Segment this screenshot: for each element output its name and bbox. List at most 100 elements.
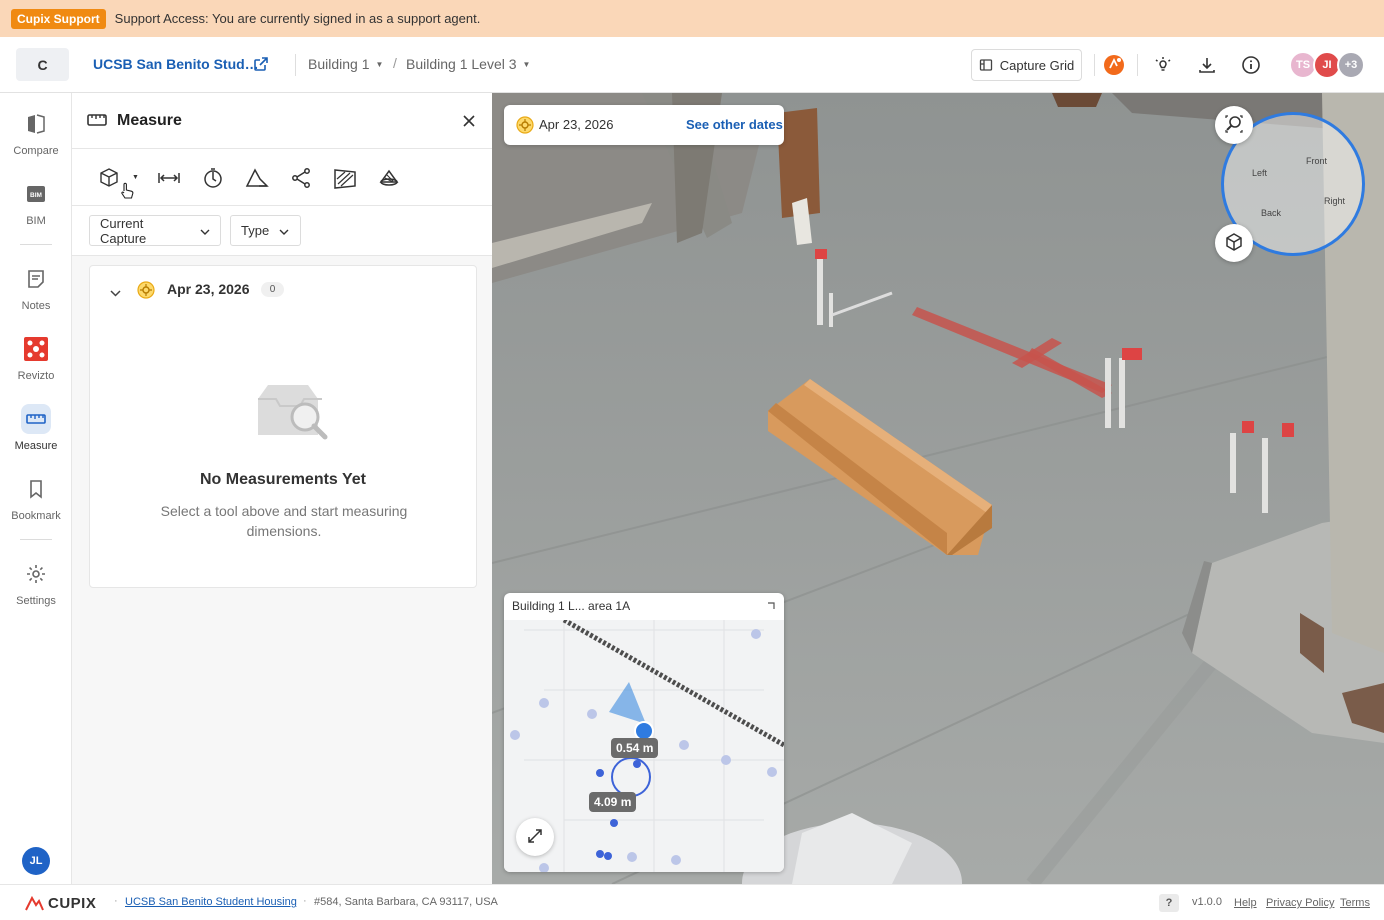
privacy-policy-link[interactable]: Privacy Policy xyxy=(1266,897,1334,909)
type-filter-dropdown[interactable]: Type xyxy=(230,215,301,246)
measure-panel: Measure ▼ Current Capture Type Apr 23, 2… xyxy=(72,93,492,884)
grid-map-icon xyxy=(979,59,992,71)
sidebar-item-notes[interactable]: Notes xyxy=(0,264,72,326)
type-filter-label: Type xyxy=(241,223,270,238)
sidebar-item-label: Measure xyxy=(14,440,58,452)
level-selector[interactable]: Building 1 Level 3 ▼ xyxy=(406,56,530,72)
compass-right-label: Right xyxy=(1324,196,1346,206)
panel-title: Measure xyxy=(117,112,182,129)
sidebar-item-label: Settings xyxy=(16,595,56,607)
minimap-expand-button[interactable] xyxy=(516,818,554,856)
download-icon[interactable] xyxy=(1196,54,1218,76)
revizto-icon xyxy=(21,334,51,364)
minimap-corner-icon[interactable] xyxy=(766,599,776,614)
height-tool-icon[interactable] xyxy=(201,166,225,190)
sidebar-item-label: BIM xyxy=(26,215,46,227)
filters-bar: Current Capture Type xyxy=(72,206,492,256)
capture-grid-label: Capture Grid xyxy=(999,57,1075,73)
footer-separator: · xyxy=(303,895,307,907)
project-name-link[interactable]: UCSB San Benito Stud… xyxy=(93,56,259,72)
chevron-down-icon xyxy=(200,223,210,238)
more-avatars-badge[interactable]: +3 xyxy=(1337,51,1365,79)
tool-dropdown-caret-icon[interactable]: ▼ xyxy=(132,174,139,181)
capture-date-label: Apr 23, 2026 xyxy=(539,117,614,132)
measure-icon xyxy=(21,404,51,434)
ai-assistant-icon[interactable] xyxy=(1103,54,1125,76)
info-icon[interactable] xyxy=(1240,54,1262,76)
compass-left-label: Left xyxy=(1252,168,1268,178)
capture-filter-label: Current Capture xyxy=(100,215,147,246)
sidebar-item-bim[interactable]: BIM BIM xyxy=(0,179,72,241)
lightbulb-icon[interactable] xyxy=(1152,54,1174,76)
version-label: v1.0.0 xyxy=(1192,896,1222,908)
3d-view-button[interactable] xyxy=(1215,224,1253,262)
cube-icon xyxy=(1224,232,1244,255)
measurement-count-badge: 0 xyxy=(261,282,284,297)
polyline-tool-icon[interactable] xyxy=(289,166,313,190)
sidebar-item-label: Notes xyxy=(21,300,51,312)
ruler-icon xyxy=(87,112,107,131)
3d-box-tool-icon[interactable] xyxy=(97,166,121,190)
bookmark-icon xyxy=(21,474,51,504)
level-label: Building 1 Level 3 xyxy=(406,56,517,72)
capture-date-card: Apr 23, 2026 See other dates xyxy=(504,105,784,145)
workspace-logo-button[interactable]: C xyxy=(16,48,69,81)
capture-date-icon xyxy=(137,281,155,302)
footer: CUPIX · UCSB San Benito Student Housing … xyxy=(0,884,1384,920)
gear-icon xyxy=(21,559,51,589)
minimap-title: Building 1 L... area 1A xyxy=(512,599,631,613)
breadcrumb-separator: / xyxy=(393,55,397,71)
capture-grid-button[interactable]: Capture Grid xyxy=(971,49,1082,81)
chevron-down-icon[interactable] xyxy=(110,285,121,300)
sidebar-item-label: Bookmark xyxy=(11,510,61,522)
capture-filter-dropdown[interactable]: Current Capture xyxy=(89,215,221,246)
external-link-icon[interactable] xyxy=(253,56,269,72)
distance-tool-icon[interactable] xyxy=(157,166,181,190)
brand-name: CUPIX xyxy=(48,895,97,912)
zoom-search-icon xyxy=(1224,114,1244,137)
close-icon[interactable] xyxy=(461,113,477,132)
hand-cursor-icon xyxy=(120,182,134,203)
top-header: C UCSB San Benito Stud… Building 1 ▼ / B… xyxy=(0,37,1384,93)
panorama-view[interactable]: Apr 23, 2026 See other dates Front Left … xyxy=(492,93,1384,884)
caret-down-icon: ▼ xyxy=(522,59,531,69)
plane-tool-icon[interactable] xyxy=(333,166,357,190)
chevron-down-icon xyxy=(279,223,289,238)
user-avatar[interactable]: JL xyxy=(22,847,50,875)
panel-header: Measure xyxy=(72,93,492,149)
terms-link[interactable]: Terms xyxy=(1340,897,1370,909)
bim-icon: BIM xyxy=(21,179,51,209)
footer-project-link[interactable]: UCSB San Benito Student Housing xyxy=(125,896,297,908)
sidebar-item-label: Compare xyxy=(13,145,59,157)
compare-icon xyxy=(21,109,51,139)
sidebar-item-measure[interactable]: Measure xyxy=(0,404,72,466)
see-other-dates-link[interactable]: See other dates xyxy=(686,117,783,132)
expand-icon xyxy=(527,828,543,847)
area-tool-icon[interactable] xyxy=(245,166,269,190)
cupix-logo-icon xyxy=(25,895,44,910)
minimap[interactable]: Building 1 L... area 1A 0.54 m 4.09 m xyxy=(504,593,784,872)
svg-text:BIM: BIM xyxy=(30,192,42,199)
support-badge: Cupix Support xyxy=(11,8,106,29)
caret-down-icon: ▼ xyxy=(375,59,384,69)
distance-tag: 4.09 m xyxy=(589,792,637,812)
footer-address: #584, Santa Barbara, CA 93117, USA xyxy=(314,896,498,908)
sidebar-item-settings[interactable]: Settings xyxy=(0,559,72,621)
distance-tag: 0.54 m xyxy=(611,738,659,758)
empty-state-icon xyxy=(255,379,333,446)
sidebar-divider xyxy=(20,244,52,245)
footer-separator: · xyxy=(114,895,118,907)
zoom-search-button[interactable] xyxy=(1215,106,1253,144)
sidebar-item-bookmark[interactable]: Bookmark xyxy=(0,474,72,536)
volume-tool-icon[interactable] xyxy=(377,166,401,190)
empty-state-title: No Measurements Yet xyxy=(200,471,366,488)
sidebar-item-revizto[interactable]: Revizto xyxy=(0,334,72,396)
sidebar-divider xyxy=(20,539,52,540)
support-banner: Cupix Support Support Access: You are cu… xyxy=(0,0,1384,37)
header-divider xyxy=(1137,54,1138,76)
sidebar-item-compare[interactable]: Compare xyxy=(0,109,72,171)
help-link[interactable]: Help xyxy=(1234,897,1257,909)
building-selector[interactable]: Building 1 ▼ xyxy=(308,56,383,72)
help-question-button[interactable]: ? xyxy=(1159,894,1179,912)
capture-date-icon xyxy=(516,116,534,137)
